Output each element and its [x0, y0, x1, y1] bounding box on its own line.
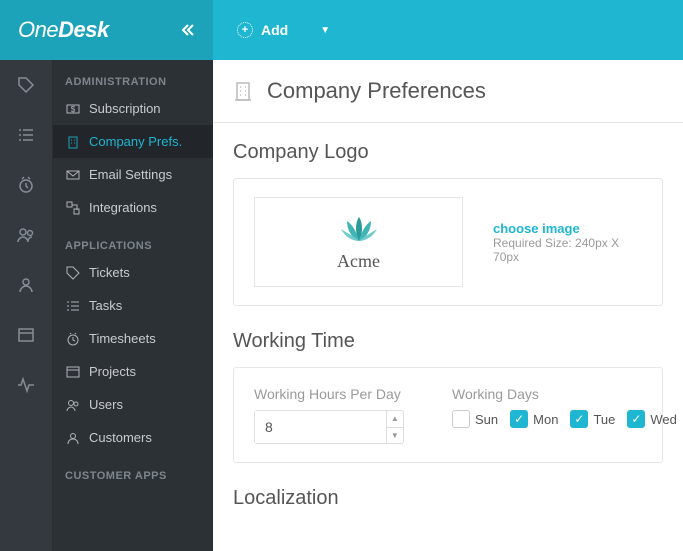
page-header: Company Preferences	[213, 60, 683, 123]
people-icon	[17, 276, 35, 294]
building-icon	[233, 80, 253, 102]
rail-users[interactable]	[0, 210, 52, 260]
collapse-sidebar-button[interactable]	[181, 23, 195, 37]
sidebar-item-timesheets[interactable]: Timesheets	[53, 322, 213, 355]
working-time-card: Working Hours Per Day ▲ ▼ Working Days	[233, 367, 663, 463]
sidebar-item-label: Tasks	[89, 298, 122, 313]
company-logo-section: Company Logo Acme choose i	[213, 123, 683, 312]
tag-icon	[65, 266, 80, 280]
sidebar-item-tickets[interactable]: Tickets	[53, 256, 213, 289]
logo-card: Acme choose image Required Size: 240px X…	[233, 178, 663, 306]
svg-text:$: $	[70, 105, 75, 114]
topbar: OneDesk + Add ▼	[0, 0, 683, 60]
company-logo-preview: Acme	[254, 197, 463, 287]
activity-icon	[17, 376, 35, 394]
checkbox-wed[interactable]: ✓	[627, 410, 645, 428]
sidebar-item-label: Company Prefs.	[89, 134, 182, 149]
building-icon	[65, 135, 80, 149]
clock-icon	[65, 332, 80, 346]
section-title: Working Time	[233, 330, 663, 353]
sidebar-item-label: Timesheets	[89, 331, 156, 346]
working-days-label: Working Days	[452, 386, 677, 402]
sidebar-group-customer-apps: CUSTOMER APPS	[53, 454, 213, 486]
plus-circle-icon: +	[237, 22, 253, 38]
sidebar-item-label: Projects	[89, 364, 136, 379]
money-icon: $	[65, 102, 80, 116]
sidebar-item-subscription[interactable]: $ Subscription	[53, 92, 213, 125]
day-mon: ✓Mon	[510, 410, 558, 428]
working-days-row: Sun ✓Mon ✓Tue ✓Wed	[452, 410, 677, 428]
integrations-icon	[65, 201, 80, 215]
rail-projects[interactable]	[0, 310, 52, 360]
icon-rail	[0, 60, 53, 551]
main-content: Company Preferences Company Logo Acme	[213, 60, 683, 551]
sidebar-item-label: Integrations	[89, 200, 157, 215]
day-tue: ✓Tue	[570, 410, 615, 428]
sidebar-item-customers[interactable]: Customers	[53, 421, 213, 454]
checkbox-mon[interactable]: ✓	[510, 410, 528, 428]
working-hours-input[interactable]	[255, 411, 386, 443]
checkbox-tue[interactable]: ✓	[570, 410, 588, 428]
spinner-up[interactable]: ▲	[387, 411, 403, 428]
working-hours-input-wrap: ▲ ▼	[254, 410, 404, 444]
sidebar-item-projects[interactable]: Projects	[53, 355, 213, 388]
logo-company-name: Acme	[337, 251, 380, 272]
project-icon	[65, 365, 80, 379]
tag-icon	[17, 76, 35, 94]
spinner-down[interactable]: ▼	[387, 428, 403, 444]
add-label: Add	[261, 22, 288, 38]
list-icon	[65, 299, 80, 313]
day-wed: ✓Wed	[627, 410, 677, 428]
sidebar-item-tasks[interactable]: Tasks	[53, 289, 213, 322]
sidebar-item-company-prefs[interactable]: Company Prefs.	[53, 125, 213, 158]
choose-image-link[interactable]: choose image	[493, 221, 642, 236]
project-icon	[17, 326, 35, 344]
checkbox-sun[interactable]	[452, 410, 470, 428]
chevron-double-left-icon	[181, 23, 195, 37]
add-button[interactable]: + Add	[237, 22, 288, 38]
sidebar: ADMINISTRATION $ Subscription Company Pre…	[53, 60, 213, 551]
rail-activity[interactable]	[0, 360, 52, 410]
add-menu[interactable]: + Add ▼	[213, 22, 354, 38]
section-title: Localization	[233, 487, 663, 510]
section-title: Company Logo	[233, 141, 663, 164]
page-title: Company Preferences	[267, 78, 486, 104]
sidebar-item-label: Email Settings	[89, 167, 172, 182]
required-size-text: Required Size: 240px X 70px	[493, 236, 642, 264]
sidebar-item-integrations[interactable]: Integrations	[53, 191, 213, 224]
customer-icon	[65, 431, 80, 445]
localization-section: Localization	[213, 469, 683, 530]
lotus-icon	[337, 213, 381, 247]
rail-tasks[interactable]	[0, 110, 52, 160]
day-sun: Sun	[452, 410, 498, 428]
sidebar-item-label: Users	[89, 397, 123, 412]
chevron-down-icon[interactable]: ▼	[320, 25, 330, 36]
sidebar-item-users[interactable]: Users	[53, 388, 213, 421]
sidebar-item-label: Subscription	[89, 101, 161, 116]
mail-icon	[65, 168, 80, 182]
sidebar-item-email-settings[interactable]: Email Settings	[53, 158, 213, 191]
sidebar-group-admin: ADMINISTRATION	[53, 60, 213, 92]
sidebar-item-label: Tickets	[89, 265, 130, 280]
list-icon	[17, 126, 35, 144]
users-icon	[65, 398, 80, 412]
brand-logo: OneDesk	[18, 17, 109, 43]
users-icon	[17, 226, 35, 244]
working-hours-label: Working Hours Per Day	[254, 386, 404, 402]
rail-timesheets[interactable]	[0, 160, 52, 210]
sidebar-item-label: Customers	[89, 430, 152, 445]
clock-icon	[17, 176, 35, 194]
working-time-section: Working Time Working Hours Per Day ▲ ▼	[213, 312, 683, 469]
logo-area: OneDesk	[0, 0, 213, 60]
rail-tickets[interactable]	[0, 60, 52, 110]
sidebar-group-applications: APPLICATIONS	[53, 224, 213, 256]
rail-customers[interactable]	[0, 260, 52, 310]
